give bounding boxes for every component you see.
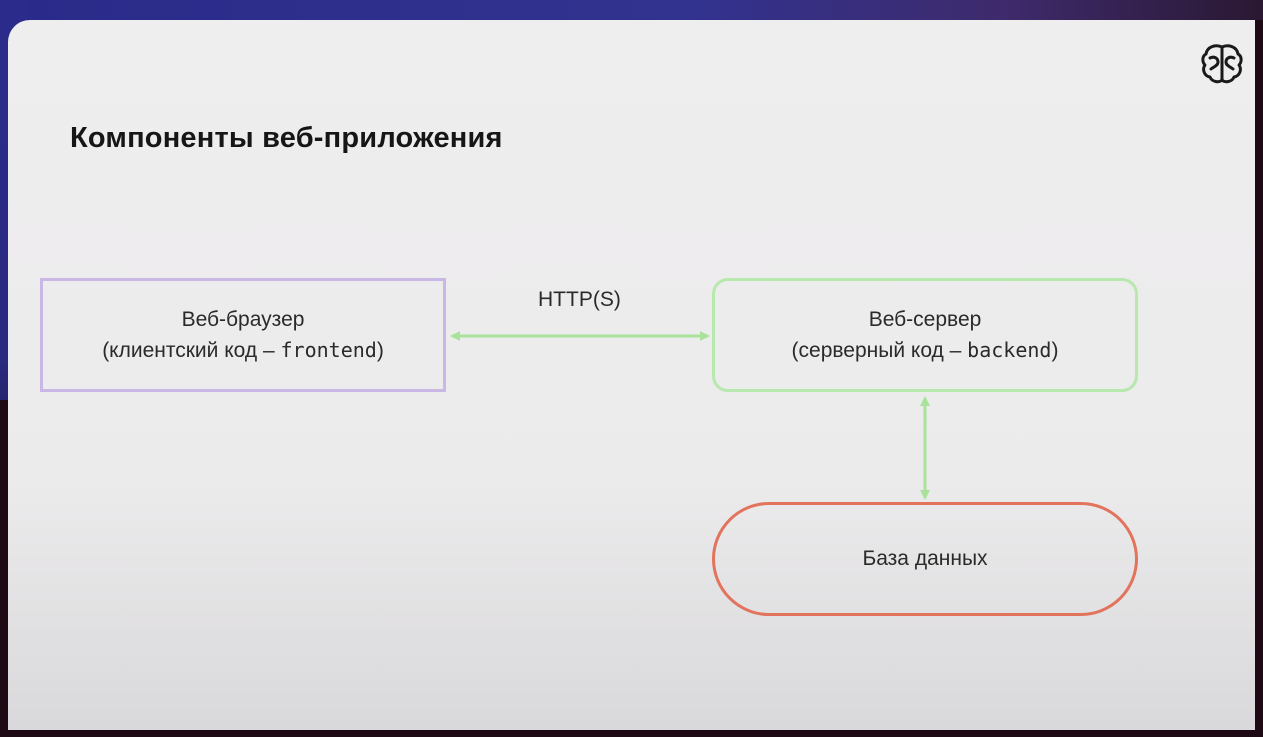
http-label: HTTP(S) (538, 288, 621, 311)
server-node-code: backend (967, 337, 1052, 362)
video-frame: Компоненты веб-приложения HTTP(S) Веб-бр… (0, 0, 1263, 737)
database-node-label: База данных (862, 547, 988, 570)
server-node: Веб-сервер (серверный код – backend) (712, 278, 1138, 392)
server-node-subtitle-suffix: ) (1051, 338, 1059, 362)
browser-node-title: Веб-браузер (181, 307, 305, 331)
browser-node-subtitle-suffix: ) (376, 338, 384, 362)
database-node: База данных (712, 502, 1138, 616)
server-node-subtitle: (серверный код – backend) (792, 335, 1059, 366)
server-node-subtitle-prefix: (серверный код – (791, 338, 968, 362)
server-node-title: Веб-сервер (868, 307, 982, 331)
browser-node-code: frontend (280, 337, 377, 362)
browser-node: Веб-браузер (клиентский код – frontend) (40, 278, 446, 392)
browser-node-subtitle: (клиентский код – frontend) (102, 335, 384, 366)
accent-top-bar (0, 0, 1263, 20)
slide: Компоненты веб-приложения HTTP(S) Веб-бр… (8, 20, 1255, 730)
browser-node-subtitle-prefix: (клиентский код – (102, 338, 281, 362)
